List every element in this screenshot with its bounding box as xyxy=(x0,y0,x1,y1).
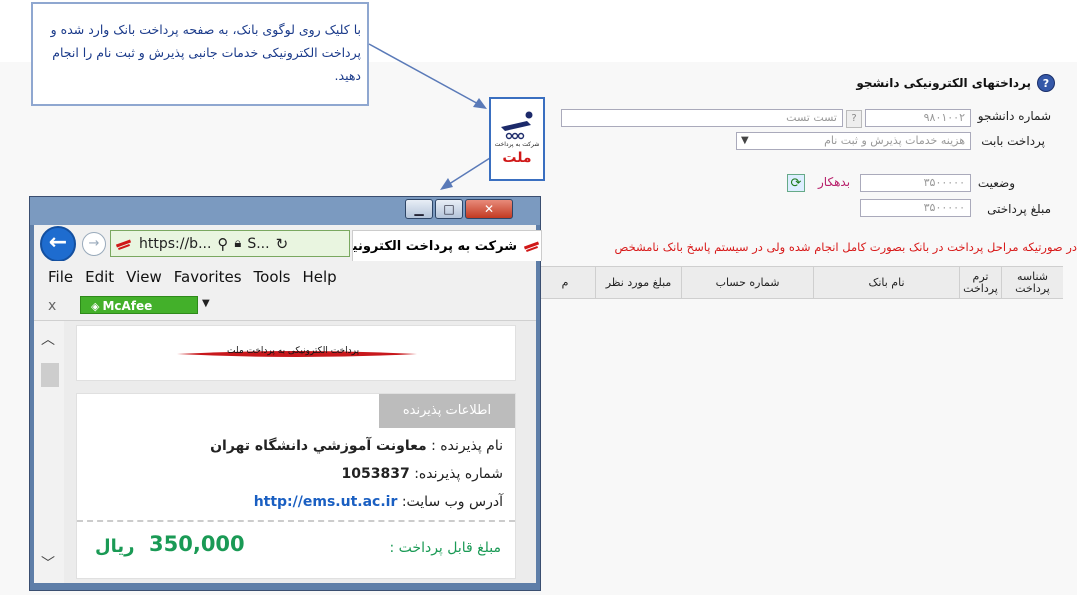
vertical-scrollbar[interactable]: ︿ ﹀ xyxy=(34,321,64,583)
amount-label: مبلغ پرداختی xyxy=(987,202,1051,216)
page-content: ︿ ﹀ پرداخت الکترونیکی به پرداخت ملت اطلا… xyxy=(34,321,536,583)
divider xyxy=(77,520,515,522)
page-title: پرداختهای الکترونیکی دانشجو xyxy=(856,76,1031,90)
col-account-no[interactable]: شماره حساب xyxy=(681,267,813,298)
lock-icon: 🔒︎ xyxy=(234,236,242,251)
browser-window: ▁ □ ✕ ← → https://b... ⚲ 🔒︎ S... ↻ شرکت … xyxy=(29,196,542,591)
payment-for-select[interactable]: هزینه خدمات پذیرش و ثبت نام ▼ xyxy=(736,132,971,150)
bank-logo-name: ملت xyxy=(502,150,532,166)
menu-tools[interactable]: Tools xyxy=(254,268,291,286)
payment-for-label: پرداخت بابت xyxy=(981,134,1045,148)
student-no-field[interactable]: ۹۸۰۱۰۰۲ xyxy=(865,109,971,127)
site-label: آدرس وب سایت: xyxy=(397,494,503,510)
page-header: ? پرداختهای الکترونیکی دانشجو xyxy=(856,72,1055,94)
banner-text: پرداخت الکترونیکی به پرداخت ملت xyxy=(227,346,360,356)
address-tail: S... xyxy=(247,235,270,252)
col-amount[interactable]: مبلغ مورد نظر xyxy=(595,267,681,298)
toolbar: x ◈ McAfee ▼ xyxy=(34,293,536,321)
status-badge: بدهکار xyxy=(818,175,851,189)
payment-for-value: هزینه خدمات پذیرش و ثبت نام xyxy=(824,134,965,147)
mcafee-label: McAfee xyxy=(102,299,153,313)
merchant-no-row: شماره پذیرنده: 1053837 xyxy=(342,466,503,482)
menu-help[interactable]: Help xyxy=(303,268,337,286)
browser-tab[interactable]: شرکت به پرداخت الکترونیکی xyxy=(352,230,542,261)
col-payment-id[interactable]: شناسه پرداخت xyxy=(1001,267,1063,298)
payable-amount: 350,000 xyxy=(149,532,245,556)
warning-text: در صورتیکه مراحل پرداخت در بانک بصورت کا… xyxy=(614,240,1077,254)
merchant-card: اطلاعات پذیرنده نام پذیرنده : معاونت آمو… xyxy=(76,393,516,579)
student-no-label: شماره دانشجو xyxy=(977,109,1051,123)
merchant-name: معاونت آموزشي دانشگاه تهران xyxy=(210,438,427,454)
status-label: وضعیت xyxy=(977,176,1015,190)
back-button[interactable]: ← xyxy=(40,226,76,262)
merchant-name-row: نام پذیرنده : معاونت آموزشي دانشگاه تهرا… xyxy=(210,438,503,454)
arrow-head-browser xyxy=(440,178,453,190)
merchant-badge: اطلاعات پذیرنده xyxy=(379,394,515,428)
menu-bar: File Edit View Favorites Tools Help xyxy=(34,261,536,293)
scroll-up-icon[interactable]: ︿ xyxy=(41,329,55,349)
site-favicon-icon xyxy=(115,237,133,251)
menu-edit[interactable]: Edit xyxy=(85,268,114,286)
tab-title: شرکت به پرداخت الکترونیکی xyxy=(352,238,517,254)
chevron-down-icon[interactable]: ▼ xyxy=(202,298,210,309)
scroll-down-icon[interactable]: ﹀ xyxy=(41,553,55,573)
menu-file[interactable]: File xyxy=(48,268,73,286)
merchant-no-label: شماره پذیرنده: xyxy=(409,466,503,482)
banner-card: پرداخت الکترونیکی به پرداخت ملت xyxy=(76,325,516,381)
refresh-icon[interactable]: ⟳ xyxy=(787,174,805,192)
merchant-name-label: نام پذیرنده : xyxy=(426,438,503,454)
minimize-button[interactable]: ▁ xyxy=(405,199,433,219)
payable-label: مبلغ قابل پرداخت : xyxy=(389,540,501,556)
bank-mellat-logo-button[interactable]: شرکت به پرداخت ملت xyxy=(489,97,545,181)
mellat-logo-icon xyxy=(501,111,533,140)
currency-label: ریال xyxy=(95,536,135,557)
status-field: ۳۵۰۰۰۰۰ xyxy=(860,174,971,192)
arrow-to-browser xyxy=(445,157,491,187)
search-icon[interactable]: ⚲ xyxy=(217,235,228,253)
reload-icon[interactable]: ↻ xyxy=(276,235,289,253)
menu-view[interactable]: View xyxy=(126,268,162,286)
lookup-button[interactable]: ? xyxy=(846,110,862,128)
tab-favicon-icon xyxy=(523,239,541,253)
bank-logo-subtitle: شرکت به پرداخت xyxy=(494,141,540,148)
maximize-button[interactable]: □ xyxy=(435,199,463,219)
scroll-thumb[interactable] xyxy=(41,363,59,387)
merchant-no: 1053837 xyxy=(341,466,410,482)
student-name-field: تست تست xyxy=(561,109,843,127)
col-more[interactable]: م xyxy=(535,267,595,298)
chevron-down-icon: ▼ xyxy=(741,135,749,146)
site-link[interactable]: http://ems.ut.ac.ir xyxy=(254,494,398,510)
amount-field: ۳۵۰۰۰۰۰ xyxy=(860,199,971,217)
arrow-head-logo xyxy=(473,98,487,109)
site-row: آدرس وب سایت: http://ems.ut.ac.ir xyxy=(254,494,503,510)
help-icon[interactable]: ? xyxy=(1037,74,1055,92)
address-bar[interactable]: https://b... ⚲ 🔒︎ S... ↻ xyxy=(110,230,350,257)
forward-button[interactable]: → xyxy=(82,232,106,256)
col-term[interactable]: ترم پرداخت xyxy=(959,267,1001,298)
menu-favorites[interactable]: Favorites xyxy=(174,268,242,286)
toolbar-close-icon[interactable]: x xyxy=(48,298,56,314)
address-url: https://b... xyxy=(139,235,212,252)
payments-table-header: شناسه پرداخت ترم پرداخت نام بانک شماره ح… xyxy=(535,266,1063,299)
arrow-to-logo xyxy=(368,43,483,107)
mcafee-shield-icon: ◈ xyxy=(91,300,100,313)
window-titlebar[interactable] xyxy=(30,197,540,225)
mcafee-button[interactable]: ◈ McAfee xyxy=(80,296,198,314)
col-bank-name[interactable]: نام بانک xyxy=(813,267,959,298)
navigation-bar: ← → https://b... ⚲ 🔒︎ S... ↻ شرکت به پرد… xyxy=(34,225,542,262)
close-window-button[interactable]: ✕ xyxy=(465,199,513,219)
